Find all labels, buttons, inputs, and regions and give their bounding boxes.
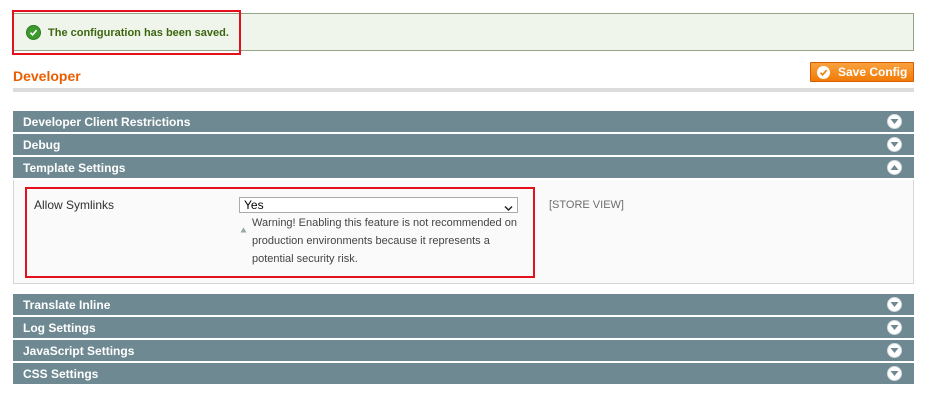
collapse-icon	[887, 160, 902, 175]
section-label: Developer Client Restrictions	[23, 114, 191, 129]
highlight-box-field	[25, 187, 535, 278]
expand-icon	[887, 366, 902, 381]
section-template-settings[interactable]: Template Settings	[13, 157, 914, 178]
page-title: Developer	[13, 68, 81, 84]
section-label: Template Settings	[23, 160, 126, 175]
section-log-settings[interactable]: Log Settings	[13, 317, 914, 338]
section-label: Log Settings	[23, 320, 96, 335]
expand-icon	[887, 343, 902, 358]
section-css-settings[interactable]: CSS Settings	[13, 363, 914, 384]
section-label: CSS Settings	[23, 366, 99, 381]
expand-icon	[887, 114, 902, 129]
section-translate-inline[interactable]: Translate Inline	[13, 294, 914, 315]
expand-icon	[887, 320, 902, 335]
section-label: Debug	[23, 137, 61, 152]
section-label: JavaScript Settings	[23, 343, 135, 358]
checkmark-circle-icon	[817, 65, 830, 79]
save-config-label: Save Config	[838, 65, 908, 79]
scope-label: [STORE VIEW]	[549, 199, 624, 211]
save-config-button[interactable]: Save Config	[810, 62, 914, 82]
title-divider	[13, 88, 914, 92]
section-developer-client-restrictions[interactable]: Developer Client Restrictions	[13, 111, 914, 132]
section-javascript-settings[interactable]: JavaScript Settings	[13, 340, 914, 361]
expand-icon	[887, 297, 902, 312]
section-label: Translate Inline	[23, 297, 111, 312]
expand-icon	[887, 137, 902, 152]
section-debug[interactable]: Debug	[13, 134, 914, 155]
highlight-box-message	[12, 10, 241, 55]
